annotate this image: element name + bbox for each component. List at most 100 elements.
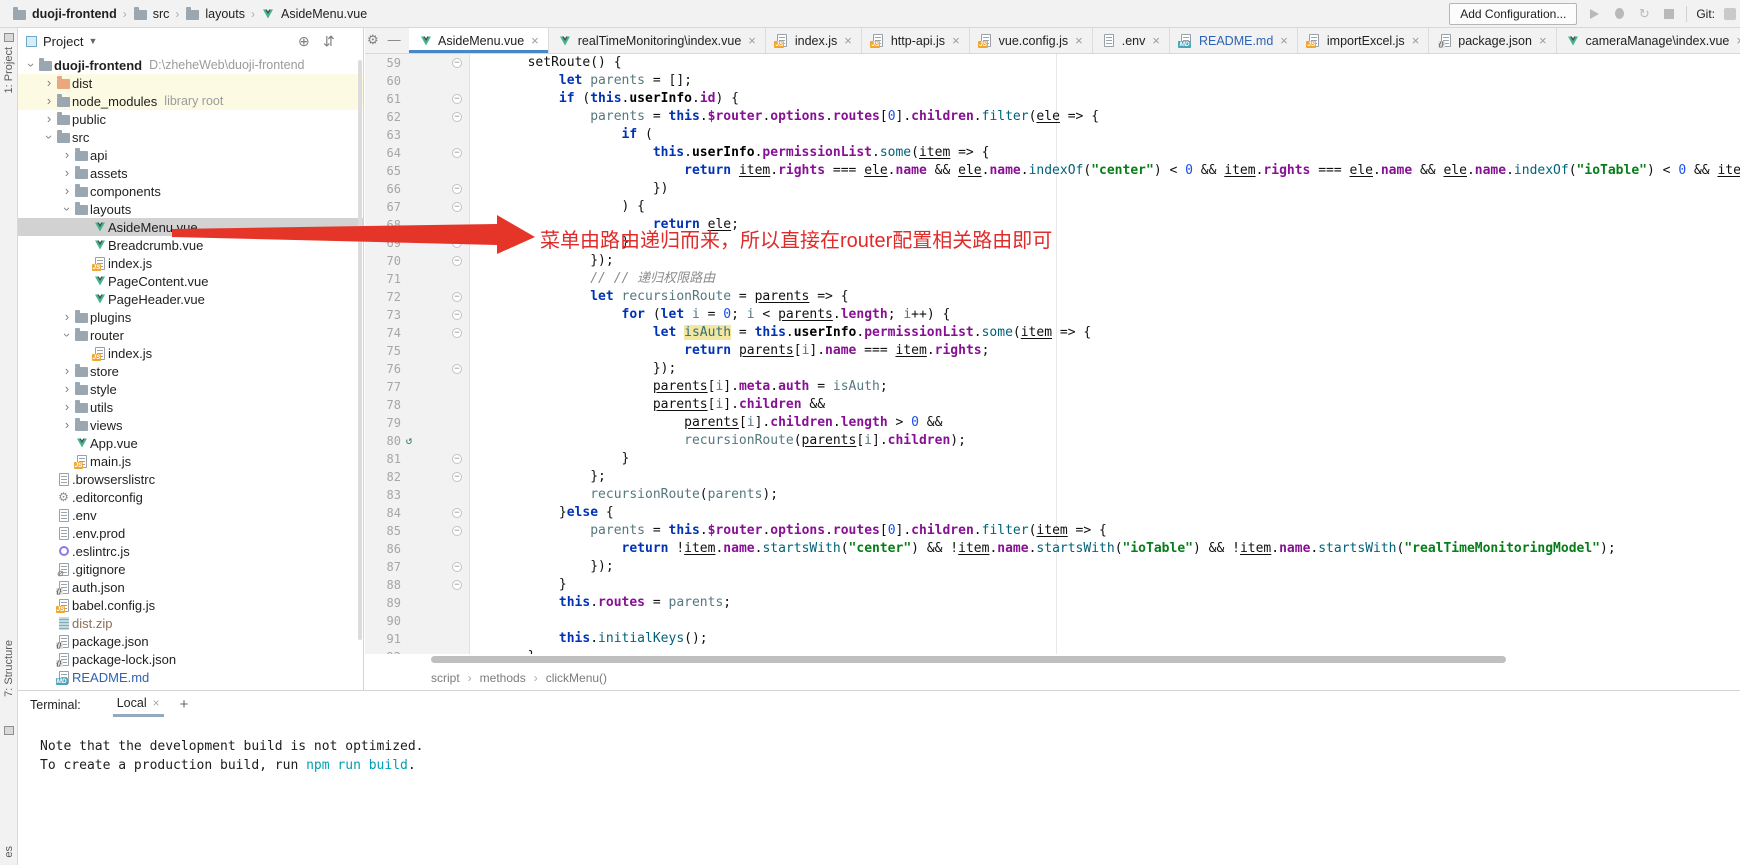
tree-chevron-icon[interactable]: › bbox=[24, 58, 38, 72]
code-line-81[interactable]: 81−} bbox=[365, 450, 1740, 468]
tab-readme.md[interactable]: MDREADME.md× bbox=[1170, 28, 1298, 53]
fold-marker-icon[interactable]: − bbox=[449, 450, 465, 468]
favorites-stripe-button[interactable]: es bbox=[0, 846, 18, 858]
tab-importexcel.js[interactable]: JSimportExcel.js× bbox=[1298, 28, 1429, 53]
tree-item-pagecontent.vue[interactable]: PageContent.vue bbox=[18, 272, 363, 290]
tree-chevron-icon[interactable]: › bbox=[60, 400, 74, 414]
tree-item-index.js[interactable]: JSindex.js bbox=[18, 254, 363, 272]
stripe-label-structure[interactable]: 7: Structure bbox=[3, 640, 15, 697]
tree-item-package-lock.json[interactable]: {}package-lock.json bbox=[18, 650, 363, 668]
code-line-86[interactable]: 86return !item.name.startsWith("center")… bbox=[365, 540, 1740, 558]
editor-breadcrumb-item[interactable]: script bbox=[431, 671, 460, 685]
fold-marker-icon[interactable]: − bbox=[449, 180, 465, 198]
tab-asidemenu.vue[interactable]: AsideMenu.vue× bbox=[409, 28, 549, 53]
close-tab-icon[interactable]: × bbox=[531, 33, 539, 48]
fold-marker-icon[interactable]: − bbox=[449, 558, 465, 576]
tree-item-pageheader.vue[interactable]: PageHeader.vue bbox=[18, 290, 363, 308]
tree-item-duoji-frontend[interactable]: ›duoji-frontendD:\zheheWeb\duoji-fronten… bbox=[18, 56, 363, 74]
tree-chevron-icon[interactable]: › bbox=[60, 382, 74, 396]
tree-item-breadcrumb.vue[interactable]: Breadcrumb.vue bbox=[18, 236, 363, 254]
close-icon[interactable]: × bbox=[153, 696, 160, 710]
tree-item-babel.config.js[interactable]: JSbabel.config.js bbox=[18, 596, 363, 614]
tree-item-api[interactable]: ›api bbox=[18, 146, 363, 164]
tree-chevron-icon[interactable]: › bbox=[60, 184, 74, 198]
code-lines[interactable]: 59−setRoute() {60let parents = [];61−if … bbox=[365, 54, 1740, 654]
tree-chevron-icon[interactable]: › bbox=[42, 130, 56, 144]
close-tab-icon[interactable]: × bbox=[1075, 33, 1083, 48]
tree-chevron-icon[interactable]: › bbox=[42, 76, 56, 90]
collapse-all-icon[interactable]: ⇵ bbox=[323, 33, 335, 49]
project-panel-title[interactable]: Project bbox=[43, 34, 83, 49]
code-line-75[interactable]: 75return parents[i].name === item.rights… bbox=[365, 342, 1740, 360]
hide-panel-icon[interactable]: — bbox=[388, 32, 401, 48]
tree-item-assets[interactable]: ›assets bbox=[18, 164, 363, 182]
code-line-63[interactable]: 63if ( bbox=[365, 126, 1740, 144]
code-line-71[interactable]: 71// // 递归权限路由 bbox=[365, 270, 1740, 288]
code-line-59[interactable]: 59−setRoute() { bbox=[365, 54, 1740, 72]
tree-chevron-icon[interactable]: › bbox=[42, 112, 56, 126]
recursive-call-icon[interactable]: ↺ bbox=[401, 432, 417, 450]
tab-package.json[interactable]: {}package.json× bbox=[1429, 28, 1556, 53]
close-tab-icon[interactable]: × bbox=[1412, 33, 1420, 48]
code-line-82[interactable]: 82−}; bbox=[365, 468, 1740, 486]
tree-chevron-icon[interactable]: › bbox=[60, 310, 74, 324]
stop-icon[interactable] bbox=[1661, 6, 1677, 22]
tab-.env[interactable]: .env× bbox=[1093, 28, 1170, 53]
fold-marker-icon[interactable]: − bbox=[449, 504, 465, 522]
code-line-87[interactable]: 87−}); bbox=[365, 558, 1740, 576]
tree-item-router[interactable]: ›router bbox=[18, 326, 363, 344]
fold-marker-icon[interactable]: − bbox=[449, 108, 465, 126]
close-tab-icon[interactable]: × bbox=[748, 33, 756, 48]
fold-marker-icon[interactable]: − bbox=[449, 522, 465, 540]
add-configuration-button[interactable]: Add Configuration... bbox=[1449, 3, 1577, 25]
fold-marker-icon[interactable]: − bbox=[449, 324, 465, 342]
code-line-60[interactable]: 60let parents = []; bbox=[365, 72, 1740, 90]
tree-item-style[interactable]: ›style bbox=[18, 380, 363, 398]
close-tab-icon[interactable]: × bbox=[1736, 33, 1740, 48]
code-line-66[interactable]: 66−}) bbox=[365, 180, 1740, 198]
editor-breadcrumb-item[interactable]: methods bbox=[480, 671, 526, 685]
code-line-62[interactable]: 62−parents = this.$router.options.routes… bbox=[365, 108, 1740, 126]
stripe-label-partial[interactable]: es bbox=[3, 846, 15, 858]
tree-item-readme.md[interactable]: MDREADME.md bbox=[18, 668, 363, 686]
tree-item-store[interactable]: ›store bbox=[18, 362, 363, 380]
tab-vue.config.js[interactable]: JSvue.config.js× bbox=[970, 28, 1093, 53]
tree-item-auth.json[interactable]: {}auth.json bbox=[18, 578, 363, 596]
code-line-69[interactable]: 69−} bbox=[365, 234, 1740, 252]
close-tab-icon[interactable]: × bbox=[844, 33, 852, 48]
fold-marker-icon[interactable]: − bbox=[449, 360, 465, 378]
horizontal-scrollbar[interactable] bbox=[365, 654, 1740, 666]
tab-realtimemonitoring-index.vue[interactable]: realTimeMonitoring\index.vue× bbox=[549, 28, 766, 53]
tree-item-node-modules[interactable]: ›node_moduleslibrary root bbox=[18, 92, 363, 110]
fold-marker-icon[interactable]: − bbox=[449, 576, 465, 594]
close-tab-icon[interactable]: × bbox=[1539, 33, 1547, 48]
code-line-73[interactable]: 73−for (let i = 0; i < parents.length; i… bbox=[365, 306, 1740, 324]
tree-item-.env[interactable]: .env bbox=[18, 506, 363, 524]
code-line-65[interactable]: 65return item.rights === ele.name && ele… bbox=[365, 162, 1740, 180]
code-line-79[interactable]: 79parents[i].children.length > 0 && bbox=[365, 414, 1740, 432]
coverage-icon[interactable]: ↻ bbox=[1636, 6, 1652, 22]
tree-item-.browserslistrc[interactable]: .browserslistrc bbox=[18, 470, 363, 488]
tree-item-plugins[interactable]: ›plugins bbox=[18, 308, 363, 326]
code-line-85[interactable]: 85−parents = this.$router.options.routes… bbox=[365, 522, 1740, 540]
fold-marker-icon[interactable]: − bbox=[449, 288, 465, 306]
tree-item-package.json[interactable]: {}package.json bbox=[18, 632, 363, 650]
tab-http-api.js[interactable]: JShttp-api.js× bbox=[862, 28, 970, 53]
tree-chevron-icon[interactable]: › bbox=[60, 328, 74, 342]
breadcrumb-item-asidemenu-vue[interactable]: AsideMenu.vue bbox=[259, 7, 369, 21]
tree-item-dist[interactable]: ›dist bbox=[18, 74, 363, 92]
code-line-83[interactable]: 83recursionRoute(parents); bbox=[365, 486, 1740, 504]
code-line-64[interactable]: 64−this.userInfo.permissionList.some(ite… bbox=[365, 144, 1740, 162]
code-line-84[interactable]: 84−}else { bbox=[365, 504, 1740, 522]
fold-marker-icon[interactable]: − bbox=[449, 90, 465, 108]
code-line-67[interactable]: 67−) { bbox=[365, 198, 1740, 216]
terminal-tab-local[interactable]: Local × bbox=[113, 696, 164, 717]
tree-item-.eslintrc.js[interactable]: .eslintrc.js bbox=[18, 542, 363, 560]
run-icon[interactable] bbox=[1586, 6, 1602, 22]
code-line-72[interactable]: 72−let recursionRoute = parents => { bbox=[365, 288, 1740, 306]
tree-item-components[interactable]: ›components bbox=[18, 182, 363, 200]
code-line-70[interactable]: 70−}); bbox=[365, 252, 1740, 270]
close-tab-icon[interactable]: × bbox=[952, 33, 960, 48]
code-line-90[interactable]: 90 bbox=[365, 612, 1740, 630]
tree-item-.env.prod[interactable]: .env.prod bbox=[18, 524, 363, 542]
